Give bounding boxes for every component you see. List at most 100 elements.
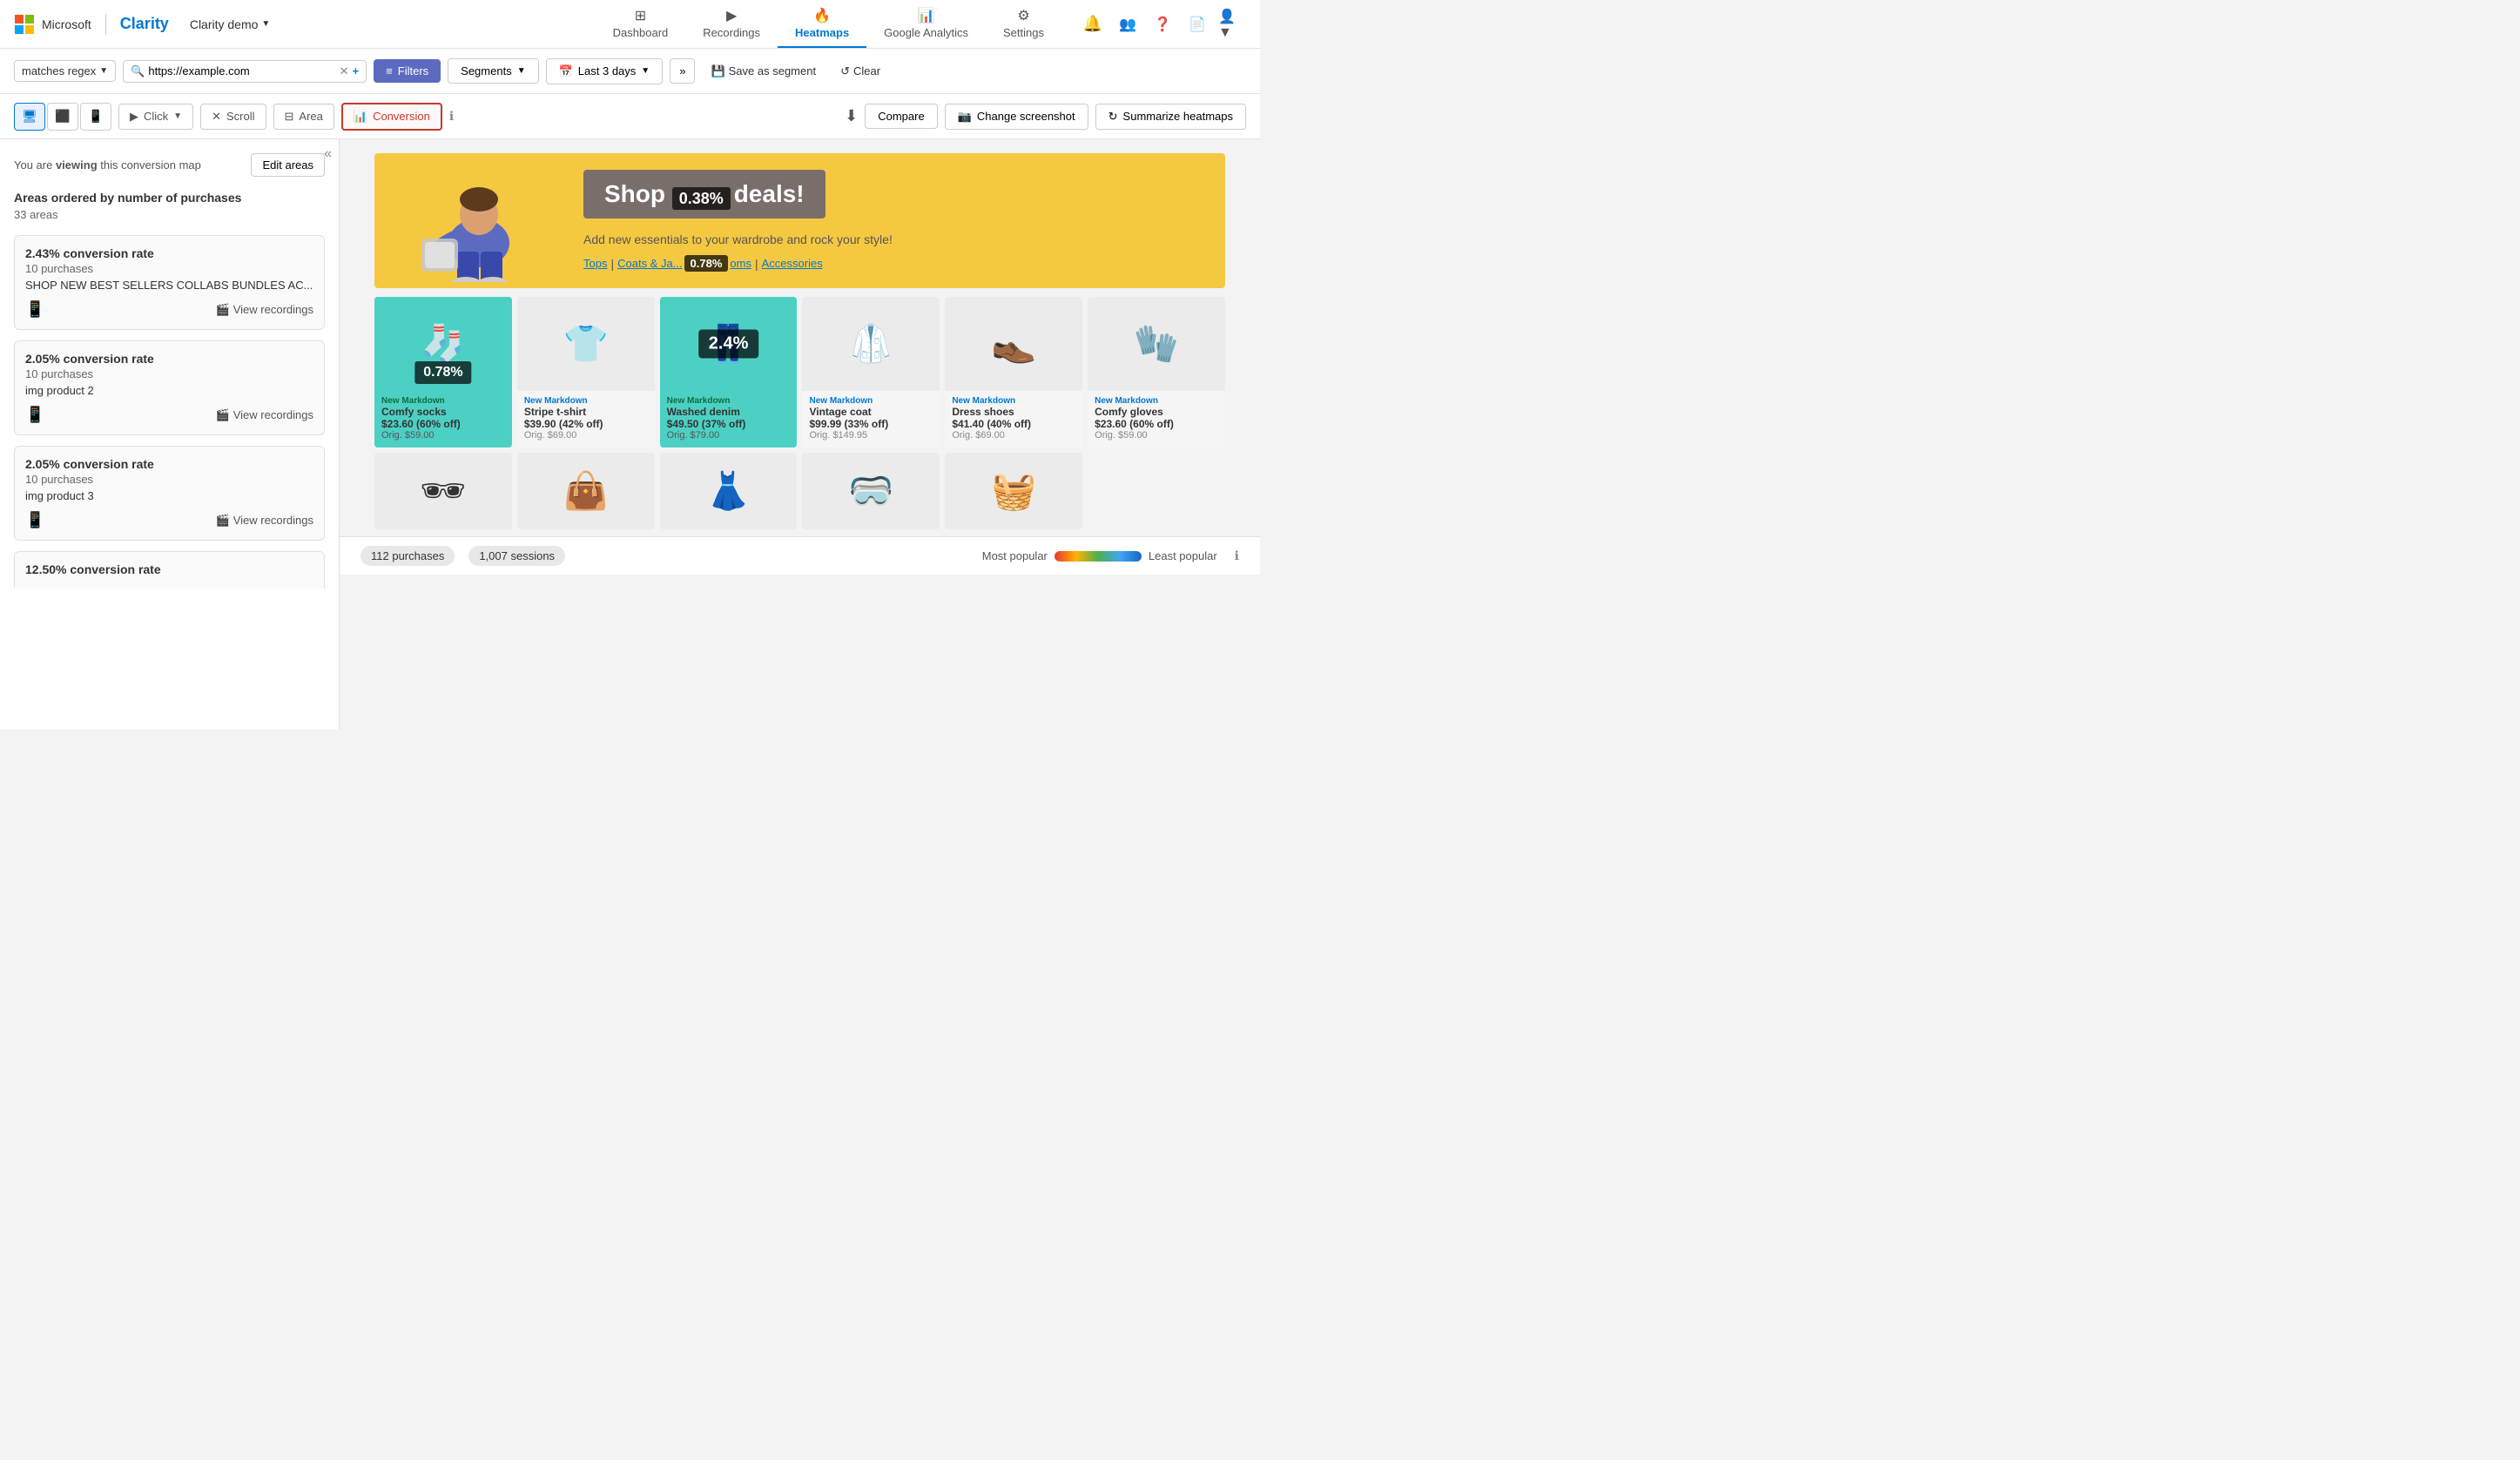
notifications-button[interactable]: 🔔 <box>1079 10 1107 38</box>
recordings-icon: 🎬 <box>216 514 230 528</box>
tab-dashboard[interactable]: ⊞ Dashboard <box>596 0 686 48</box>
product-label: New Markdown <box>1095 396 1218 406</box>
hero-link-rooms[interactable]: oms <box>730 257 751 270</box>
daterange-button[interactable]: 📅 Last 3 days ▼ <box>546 58 664 84</box>
url-clear-button[interactable]: ✕ <box>340 64 349 78</box>
demo-selector[interactable]: Clarity demo ▼ <box>183 14 278 35</box>
product-card[interactable]: 🥼 New Markdown Vintage coat $99.99 (33% … <box>802 297 940 447</box>
product-orig: Orig. $149.95 <box>809 430 933 441</box>
product-card[interactable]: 🕶 <box>374 453 512 529</box>
products-row-2: 🕶 👜 👗 🥽 🧺 <box>374 453 1225 529</box>
document-icon-button[interactable]: 📄 <box>1183 10 1211 38</box>
change-screenshot-button[interactable]: 📷 Change screenshot <box>945 104 1088 130</box>
view-recordings-button[interactable]: 🎬 View recordings <box>216 514 313 528</box>
area-heatmap-button[interactable]: ⊟ Area <box>273 104 334 130</box>
more-filters-button[interactable]: » <box>670 58 695 84</box>
product-card[interactable]: 👞 New Markdown Dress shoes $41.40 (40% o… <box>945 297 1082 447</box>
regex-selector[interactable]: matches regex ▼ <box>14 60 116 82</box>
filters-icon: ≡ <box>386 64 393 77</box>
product-price: $41.40 (40% off) <box>952 418 1075 430</box>
download-button[interactable]: ⬇ <box>845 107 858 125</box>
chevron-icon: ▼ <box>99 66 108 76</box>
top-navigation: Microsoft Clarity Clarity demo ▼ ⊞ Dashb… <box>0 0 1260 49</box>
collapse-panel-button[interactable]: « <box>324 146 332 162</box>
product-card[interactable]: 👕 New Markdown Stripe t-shirt $39.90 (42… <box>517 297 655 447</box>
product-price: $39.90 (42% off) <box>524 418 648 430</box>
hero-link-tops[interactable]: Tops <box>583 257 607 270</box>
area-device-icon[interactable]: 📱 <box>25 300 44 319</box>
daterange-chevron: ▼ <box>641 66 650 76</box>
product-card[interactable]: 🧦 0.78% New Markdown Comfy socks $23.60 … <box>374 297 512 447</box>
product-card[interactable]: 👗 <box>660 453 798 529</box>
nav-tabs: ⊞ Dashboard ▶ Recordings 🔥 Heatmaps 📊 Go… <box>596 0 1061 48</box>
area-actions: 📱 🎬 View recordings <box>25 300 313 319</box>
view-recordings-button[interactable]: 🎬 View recordings <box>216 408 313 422</box>
status-info-icon[interactable]: ℹ <box>1235 548 1239 563</box>
area-rate: 2.43% conversion rate <box>25 246 313 260</box>
account-icon-button[interactable]: 👤 ▼ <box>1218 10 1246 38</box>
save-segment-button[interactable]: 💾 Save as segment <box>702 59 825 84</box>
product-image: 👞 <box>945 297 1082 391</box>
tablet-view-button[interactable]: ⬛ <box>47 103 78 131</box>
help-icon-button[interactable]: ❓ <box>1149 10 1176 38</box>
tab-heatmaps[interactable]: 🔥 Heatmaps <box>778 0 866 48</box>
links-conv-badge: 0.78% <box>684 255 729 272</box>
product-card[interactable]: 🧺 <box>945 453 1082 529</box>
tab-analytics[interactable]: 📊 Google Analytics <box>866 0 986 48</box>
product-name: Dress shoes <box>952 406 1075 418</box>
area-rate: 12.50% conversion rate <box>25 562 313 576</box>
summarize-label: Summarize heatmaps <box>1123 110 1233 123</box>
heatmap-toolbar: 🖥 ⬛ 📱 ▶ Click ▼ ✕ Scroll ⊟ Area 📊 Conver… <box>0 94 1260 139</box>
compare-button[interactable]: Compare <box>865 104 937 129</box>
url-add-button[interactable]: + <box>353 64 360 77</box>
edit-areas-button[interactable]: Edit areas <box>251 153 325 177</box>
product-card[interactable]: 🧤 New Markdown Comfy gloves $23.60 (60% … <box>1088 297 1225 447</box>
product-label: New Markdown <box>381 396 505 406</box>
hero-link-accessories[interactable]: Accessories <box>762 257 823 270</box>
url-input-field[interactable] <box>148 64 335 77</box>
chevron-down-icon: ▼ <box>261 19 270 29</box>
view-recordings-label: View recordings <box>233 514 313 527</box>
summarize-button[interactable]: ↻ Summarize heatmaps <box>1095 104 1246 130</box>
link-separator2: | <box>755 257 758 271</box>
people-icon-button[interactable]: 👥 <box>1114 10 1142 38</box>
scroll-heatmap-button[interactable]: ✕ Scroll <box>200 104 266 130</box>
view-recordings-label: View recordings <box>233 303 313 316</box>
click-heatmap-button[interactable]: ▶ Click ▼ <box>118 104 193 130</box>
brand-divider <box>105 14 106 35</box>
summarize-icon: ↻ <box>1108 110 1118 124</box>
segments-label: Segments <box>461 64 512 77</box>
recordings-icon: 🎬 <box>216 408 230 422</box>
area-card: 2.05% conversion rate 10 purchases img p… <box>14 340 325 435</box>
area-rate: 2.05% conversion rate <box>25 352 313 366</box>
segments-chevron: ▼ <box>517 66 526 76</box>
area-device-icon[interactable]: 📱 <box>25 511 44 529</box>
calendar-icon: 📅 <box>559 64 573 78</box>
product-card[interactable]: 🥽 <box>802 453 940 529</box>
product-large-badge: 2.4% <box>698 330 759 359</box>
desktop-view-button[interactable]: 🖥 <box>14 103 45 131</box>
filters-button[interactable]: ≡ Filters <box>374 59 441 83</box>
hero-title-badge: 0.38% <box>672 187 731 210</box>
ms-brand-text: Microsoft <box>42 17 91 31</box>
mobile-view-button[interactable]: 📱 <box>80 103 111 131</box>
product-card[interactable]: 👖 2.4% New Markdown Washed denim $49.50 … <box>660 297 798 447</box>
view-recordings-button[interactable]: 🎬 View recordings <box>216 303 313 317</box>
save-segment-label: Save as segment <box>729 64 816 77</box>
segments-button[interactable]: Segments ▼ <box>448 58 538 84</box>
tab-recordings[interactable]: ▶ Recordings <box>685 0 778 48</box>
hero-link-coats[interactable]: Coats & Ja... <box>617 257 682 270</box>
hero-title-box: Shop 0.38% deals! <box>583 170 825 219</box>
product-image: 🕶 <box>374 453 512 529</box>
area-device-icon[interactable]: 📱 <box>25 406 44 424</box>
product-price: $23.60 (60% off) <box>381 418 505 430</box>
product-card[interactable]: 👜 <box>517 453 655 529</box>
clear-button[interactable]: ↺ Clear <box>832 59 889 84</box>
hero-subtitle: Add new essentials to your wardrobe and … <box>583 232 1225 246</box>
area-purchases: 10 purchases <box>25 473 313 486</box>
product-label: New Markdown <box>524 396 648 406</box>
microsoft-logo <box>14 14 35 35</box>
conversion-heatmap-button[interactable]: 📊 Conversion <box>341 103 442 131</box>
info-icon[interactable]: ℹ <box>449 109 454 124</box>
tab-settings[interactable]: ⚙ Settings <box>986 0 1061 48</box>
